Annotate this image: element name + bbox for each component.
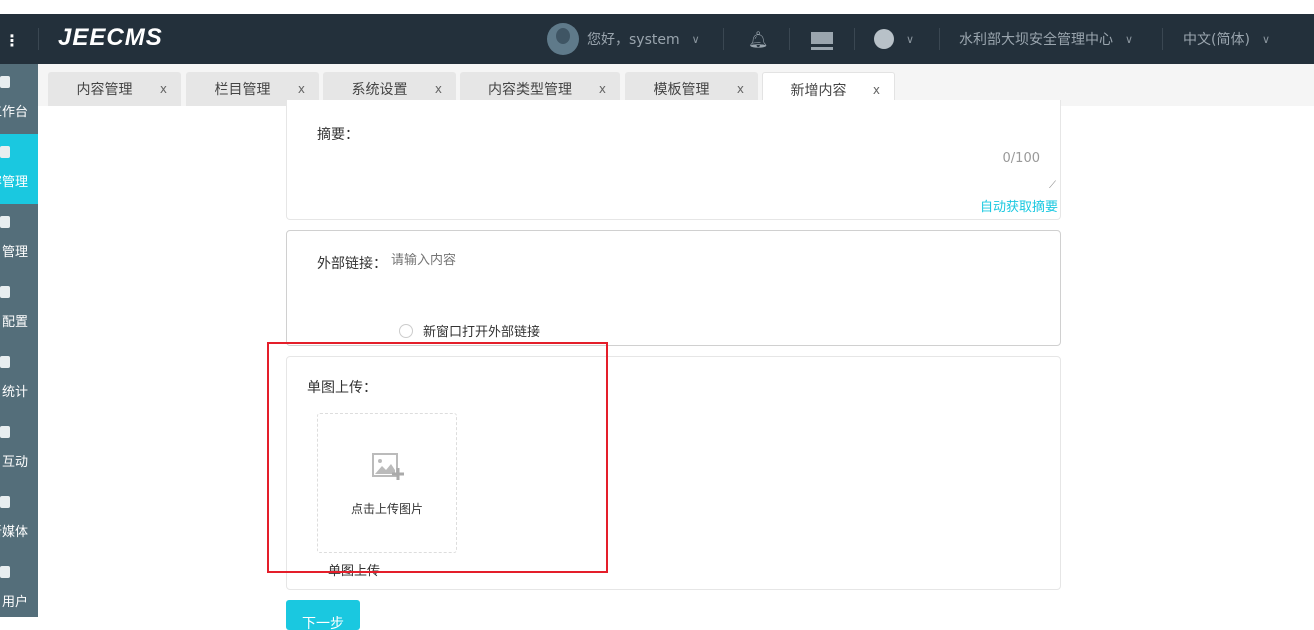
chevron-down-icon: ∨ xyxy=(691,32,700,46)
sidebar-item-label: 内容管理 xyxy=(0,175,28,190)
sidebar-item-stats[interactable]: 统计 xyxy=(0,344,38,414)
top-strip xyxy=(0,0,1314,14)
avatar xyxy=(547,23,579,55)
divider xyxy=(1162,28,1163,50)
next-button[interactable]: 下一步 xyxy=(286,600,360,630)
new-window-radio[interactable] xyxy=(399,324,413,338)
config-icon xyxy=(0,286,10,298)
close-icon[interactable]: x xyxy=(737,82,744,96)
divider xyxy=(723,28,724,50)
close-icon[interactable]: x xyxy=(298,82,305,96)
site-selector[interactable]: 水利部大坝安全管理中心 ∨ xyxy=(959,14,1133,64)
sidebar-item-media[interactable]: 新媒体 xyxy=(0,484,38,554)
top-header: ⋮ JEECMS 您好，system ∨ 🔔︎ ∨ 水利部大坝安全管理中心 ∨ … xyxy=(0,14,1314,64)
sidebar-item-interaction[interactable]: 互动 xyxy=(0,414,38,484)
summary-label: 摘要： xyxy=(317,127,359,143)
sidebar-item-channel[interactable]: 栏目管理 xyxy=(0,204,38,274)
resize-handle-icon[interactable]: ⟋ xyxy=(1049,180,1056,191)
summary-textarea[interactable] xyxy=(397,110,1059,194)
user-icon xyxy=(0,566,10,578)
user-menu[interactable]: 您好，system ∨ xyxy=(547,14,700,64)
chevron-down-icon: ∨ xyxy=(1125,32,1134,46)
close-icon[interactable]: x xyxy=(160,82,167,96)
external-link-input[interactable] xyxy=(391,253,991,268)
language-name: 中文(简体) xyxy=(1183,32,1250,48)
sidebar-item-label: 统计 xyxy=(1,385,28,400)
logo[interactable]: JEECMS xyxy=(58,24,163,52)
sidebar-item-content[interactable]: 内容管理 xyxy=(0,134,38,204)
sidebar-item-label: 用户 xyxy=(1,595,28,610)
auto-summary-link[interactable]: 自动获取摘要 xyxy=(980,196,1058,215)
sidebar-item-config[interactable]: 配置 xyxy=(0,274,38,344)
tab-label: 内容类型管理 xyxy=(488,82,572,98)
menu-icon[interactable]: ⋮ xyxy=(4,31,20,50)
chevron-down-icon: ∨ xyxy=(906,32,915,46)
channel-icon xyxy=(0,216,10,228)
monitor-icon[interactable] xyxy=(811,14,833,64)
language-selector[interactable]: 中文(简体) ∨ xyxy=(1183,14,1270,64)
sidebar-item-label: 新媒体 xyxy=(0,525,28,540)
summary-section: 摘要： 0/100 ⟋ 自动获取摘要 xyxy=(286,100,1061,220)
home-icon xyxy=(0,76,10,88)
sidebar-item-label: 工作台 xyxy=(0,105,28,120)
palette-icon xyxy=(874,29,894,49)
divider xyxy=(939,28,940,50)
chat-icon xyxy=(0,426,10,438)
highlight-box xyxy=(267,342,608,573)
tab-content-management[interactable]: 内容管理 x xyxy=(48,72,181,106)
close-icon[interactable]: x xyxy=(873,83,880,97)
greeting: 您好，system xyxy=(587,32,680,48)
sidebar-item-dashboard[interactable]: 工作台 xyxy=(0,64,38,134)
new-window-label: 新窗口打开外部链接 xyxy=(423,325,541,340)
sidebar-item-label: 互动 xyxy=(1,455,28,470)
close-icon[interactable]: x xyxy=(599,82,606,96)
external-link-section: 外部链接： 新窗口打开外部链接 xyxy=(286,230,1061,346)
divider xyxy=(789,28,790,50)
stats-icon xyxy=(0,356,10,368)
sidebar-item-users[interactable]: 用户 xyxy=(0,554,38,624)
sidebar-item-label: 配置 xyxy=(1,315,28,330)
sidebar-item-label: 栏目管理 xyxy=(0,245,28,260)
sidebar: 工作台 内容管理 栏目管理 配置 统计 互动 新媒体 用户 xyxy=(0,64,38,617)
divider xyxy=(38,28,39,50)
content-icon xyxy=(0,146,10,158)
summary-counter: 0/100 xyxy=(1002,151,1040,166)
chevron-down-icon: ∨ xyxy=(1261,32,1270,46)
site-name: 水利部大坝安全管理中心 xyxy=(959,32,1113,48)
theme-menu[interactable]: ∨ xyxy=(874,14,914,64)
close-icon[interactable]: x xyxy=(435,82,442,96)
external-link-label: 外部链接： xyxy=(317,256,387,272)
divider xyxy=(854,28,855,50)
bell-icon[interactable]: 🔔︎ xyxy=(748,14,768,64)
media-icon xyxy=(0,496,10,508)
